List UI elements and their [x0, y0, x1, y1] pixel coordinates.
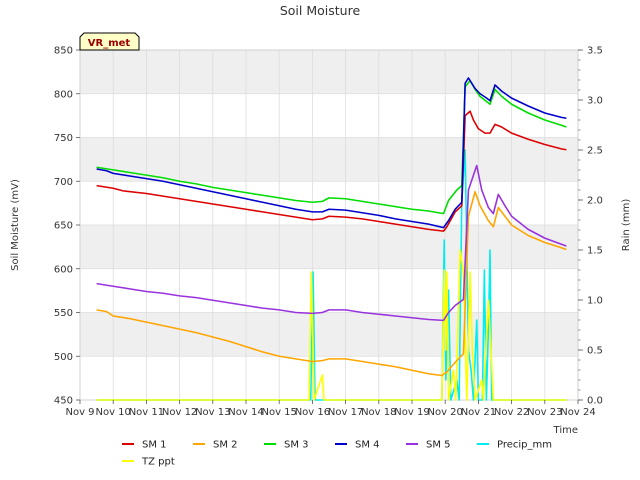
y-tick-label: 650 [54, 221, 73, 232]
y-axis-ticks: 450 500 550 600 650 700 750 800 850 [54, 46, 80, 407]
legend-label-sm-2: SM 2 [213, 440, 238, 451]
x-tick-label: Nov 11 [129, 407, 164, 418]
series-line-precip-mm [96, 149, 567, 401]
y2-tick-label: 1.0 [587, 296, 603, 307]
legend: SM 1 SM 2 SM 3 SM 4 SM 5 Precip_mm TZ ppt [122, 440, 552, 468]
plot-band [80, 312, 578, 357]
station-badge-label: VR_met [88, 38, 131, 49]
legend-label-sm-3: SM 3 [284, 440, 309, 451]
x-tick-label: Nov 23 [527, 407, 562, 418]
x-tick-label: Nov 16 [295, 407, 330, 418]
y-tick-label: 800 [54, 89, 73, 100]
y2-axis-label: Rain (mm) [621, 199, 632, 252]
legend-label-tz-ppt: TZ ppt [141, 457, 175, 468]
plot-band [80, 50, 578, 94]
y-tick-label: 850 [54, 46, 73, 57]
legend-label-sm-4: SM 4 [355, 440, 380, 451]
station-badge: VR_met [79, 32, 140, 51]
y2-tick-label: 0.5 [587, 346, 603, 357]
x-tick-label: Nov 13 [195, 407, 230, 418]
x-tick-label: Nov 12 [162, 407, 197, 418]
plot-band [80, 137, 578, 182]
x-axis-label: Time [553, 425, 578, 436]
y2-tick-label: 3.5 [587, 46, 603, 57]
y-axis-label: Soil Moisture (mV) [10, 179, 21, 271]
x-tick-label: Nov 15 [261, 407, 296, 418]
y-tick-label: 600 [54, 264, 73, 275]
y-tick-label: 500 [54, 352, 73, 363]
plot-band [80, 225, 578, 269]
x-axis-ticks: Nov 9 Nov 10Nov 11Nov 12Nov 13Nov 14Nov 1… [65, 400, 596, 418]
chart-title: Soil Moisture [280, 3, 361, 18]
y-tick-label: 550 [54, 308, 73, 319]
x-tick-label: Nov 24 [560, 407, 595, 418]
y2-tick-label: 3.0 [587, 96, 603, 107]
y-tick-label: 450 [54, 396, 73, 407]
y2-tick-label: 2.0 [587, 196, 603, 207]
x-tick-label: Nov 22 [494, 407, 529, 418]
legend-label-sm-1: SM 1 [142, 440, 167, 451]
y2-tick-label: 2.5 [587, 146, 603, 157]
legend-label-precip-mm: Precip_mm [497, 440, 552, 451]
y2-axis-ticks: 0.0 0.5 1.0 1.5 2.0 2.5 3.0 3.5 [578, 46, 603, 407]
x-tick-label: Nov 14 [228, 407, 263, 418]
y-tick-label: 700 [54, 177, 73, 188]
y-tick-label: 750 [54, 133, 73, 144]
y2-tick-label: 0.0 [587, 396, 603, 407]
y2-tick-label: 1.5 [587, 246, 603, 257]
x-tick-label: Nov 9 [65, 407, 94, 418]
x-tick-label: Nov 21 [461, 407, 496, 418]
x-tick-label: Nov 19 [394, 407, 429, 418]
soil-moisture-chart: Soil Moisture Nov 9 Nov 10Nov 11Nov 12Nov… [10, 3, 632, 468]
legend-label-sm-5: SM 5 [426, 440, 451, 451]
x-tick-label: Nov 20 [427, 407, 462, 418]
x-tick-label: Nov 18 [361, 407, 396, 418]
x-tick-label: Nov 10 [95, 407, 130, 418]
x-tick-label: Nov 17 [328, 407, 363, 418]
